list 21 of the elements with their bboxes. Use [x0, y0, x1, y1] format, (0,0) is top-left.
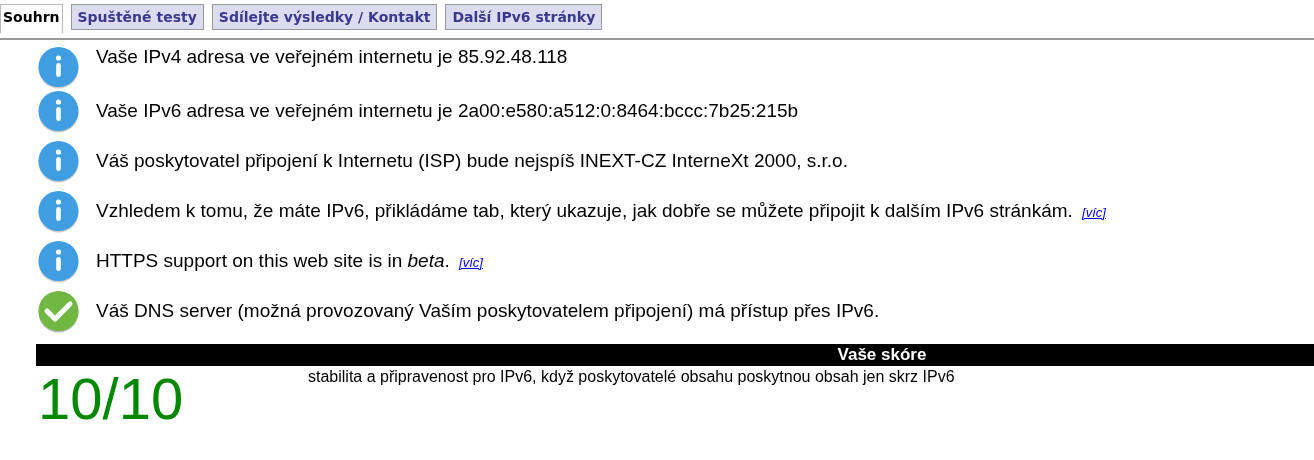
result-text: Vzhledem k tomu, že máte IPv6, přikládáme tab, který ukazuje, jak dobře se můžete připojit k dalším IPv6 stránkám. [víc]	[96, 200, 1106, 222]
score-value: 10/10	[38, 366, 185, 432]
more-link[interactable]: [víc]	[1082, 205, 1106, 220]
result-text: Vaše IPv4 adresa ve veřejném internetu je 85.92.48.118	[96, 46, 568, 68]
more-link[interactable]: [víc]	[459, 255, 483, 270]
info-icon	[38, 46, 79, 89]
score-title: Vaše skóre	[837, 344, 927, 366]
tab[interactable]: Souhrn	[0, 4, 63, 33]
info-icon	[38, 89, 79, 133]
score-description: stabilita a připravenost pro IPv6, když poskytovatelé obsahu poskytnou obsah jen skrz IPv6	[308, 367, 955, 387]
tab[interactable]: Další IPv6 stránky	[445, 4, 603, 30]
info-icon	[38, 189, 79, 233]
result-text: HTTPS support on this web site is in beta. [víc]	[96, 250, 483, 272]
result-text: Váš poskytovatel připojení k Internetu (ISP) bude nejspíš INEXT-CZ InterneXt 2000, s.r.o.	[96, 150, 848, 172]
tab[interactable]: Sdílejte výsledky / Kontakt	[211, 4, 438, 30]
result-text: Váš DNS server (možná provozovaný Vaším poskytovatelem připojení) má přístup přes IPv6.	[96, 300, 880, 322]
info-icon	[38, 139, 79, 183]
info-icon	[38, 239, 79, 283]
checkmark-icon	[38, 289, 79, 333]
tab[interactable]: Spuštěné testy	[70, 4, 204, 30]
result-text: Vaše IPv6 adresa ve veřejném internetu je 2a00:e580:a512:0:8464:bccc:7b25:215b	[96, 100, 799, 122]
